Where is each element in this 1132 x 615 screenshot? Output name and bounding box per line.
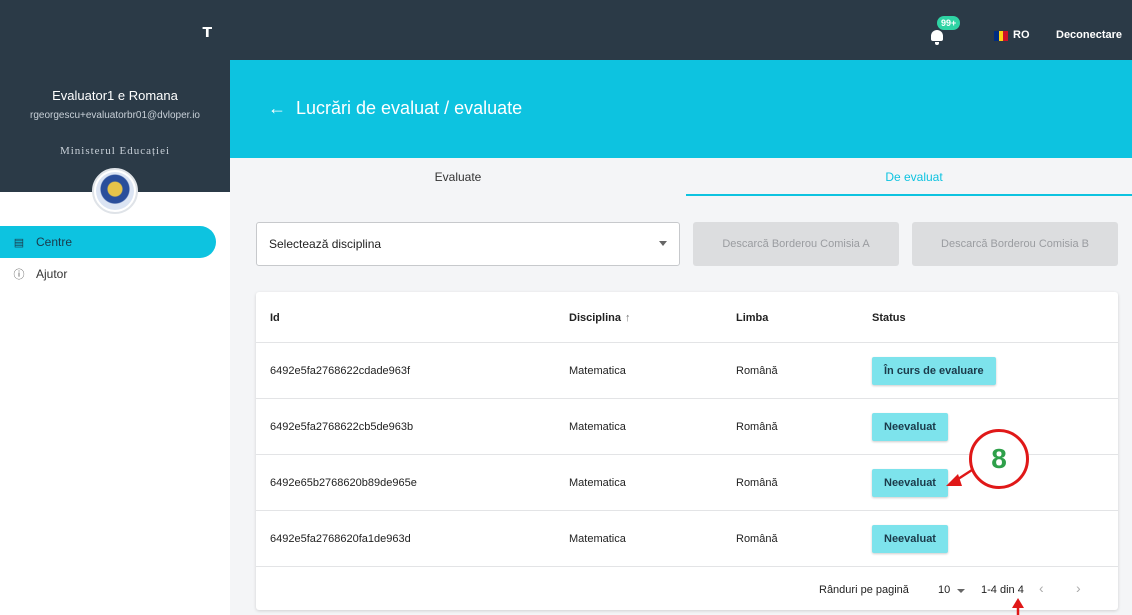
table-header: Id Disciplina ↑ Limba Status: [256, 292, 1118, 343]
romania-flag-icon: [994, 31, 1009, 41]
chevron-down-icon: [659, 241, 667, 246]
user-name: Evaluator1 e Romana: [52, 88, 178, 103]
sidebar-nav: ▤ Centre ⓘ Ajutor: [0, 226, 230, 290]
government-crest-logo: [92, 168, 138, 214]
cell-discipline: Matematica: [569, 421, 626, 433]
cell-language: Română: [736, 477, 778, 489]
help-icon: ⓘ: [13, 269, 25, 281]
next-page-button[interactable]: ›: [1076, 580, 1081, 596]
status-button[interactable]: Neevaluat: [872, 525, 948, 553]
sidebar-profile: 𝗧 Evaluator1 e Romana rgeorgescu+evaluat…: [0, 0, 230, 192]
tab-de-evaluat[interactable]: De evaluat: [686, 158, 1132, 196]
ministry-name: Ministerul Educației: [59, 145, 171, 157]
user-email: rgeorgescu+evaluatorbr01@dvloper.io: [30, 110, 200, 121]
page-title: ← Lucrări de evaluat / evaluate: [268, 98, 522, 119]
top-bar: 99+ RO Deconectare: [230, 0, 1132, 60]
cell-id: 6492e5fa2768620fa1de963d: [270, 533, 411, 545]
rows-per-page-label: Rânduri pe pagină: [819, 584, 909, 596]
page-title-text: Lucrări de evaluat / evaluate: [296, 98, 523, 118]
clipboard-icon: ▤: [13, 236, 25, 249]
status-button[interactable]: Neevaluat: [872, 413, 948, 441]
notification-badge: 99+: [937, 16, 961, 30]
cell-id: 6492e5fa2768622cdade963f: [270, 365, 411, 377]
sidebar-item-label: Centre: [36, 235, 73, 249]
cell-discipline: Matematica: [569, 365, 626, 377]
sidebar-item-ajutor[interactable]: ⓘ Ajutor: [0, 258, 230, 290]
sidebar-item-label: Ajutor: [36, 267, 68, 281]
sidebar-item-centre[interactable]: ▤ Centre: [0, 226, 216, 258]
table-row: 6492e5fa2768622cdade963f Matematica Româ…: [256, 343, 1118, 399]
pagination-range: 1-4 din 4: [981, 584, 1024, 596]
pin-icon[interactable]: 𝗧: [202, 24, 212, 41]
tab-evaluate[interactable]: Evaluate: [230, 158, 686, 196]
column-header-id: Id: [270, 312, 280, 324]
tab-bar: Evaluate De evaluat: [230, 158, 1132, 196]
cell-language: Română: [736, 533, 778, 545]
download-commission-a-button[interactable]: Descarcă Borderou Comisia A: [693, 222, 899, 266]
step-number-callout: 8: [969, 429, 1029, 489]
table-pagination: Rânduri pe pagină 10 1-4 din 4 ‹ ›: [256, 568, 1118, 610]
language-selector[interactable]: RO: [1013, 29, 1030, 41]
sort-arrow-up-icon: ↑: [624, 312, 631, 324]
previous-page-button[interactable]: ‹: [1039, 580, 1044, 596]
column-header-disciplina[interactable]: Disciplina ↑: [569, 312, 630, 324]
discipline-select-value: Selectează disciplina: [269, 237, 382, 251]
cell-id: 6492e5fa2768622cb5de963b: [270, 421, 414, 433]
cell-language: Română: [736, 421, 778, 433]
download-commission-b-button[interactable]: Descarcă Borderou Comisia B: [912, 222, 1118, 266]
discipline-select[interactable]: Selectează disciplina: [256, 222, 680, 266]
cell-discipline: Matematica: [569, 477, 626, 489]
column-header-limba: Limba: [736, 312, 769, 324]
status-button[interactable]: În curs de evaluare: [872, 357, 996, 385]
chevron-down-icon[interactable]: [957, 589, 965, 593]
column-header-status: Status: [872, 312, 906, 324]
cell-language: Română: [736, 365, 778, 377]
page-header: ← Lucrări de evaluat / evaluate: [230, 60, 1132, 158]
rows-per-page-select[interactable]: 10: [938, 584, 950, 596]
cell-id: 6492e65b2768620b89de965e: [270, 477, 417, 489]
logout-button[interactable]: Deconectare: [1056, 29, 1122, 41]
sidebar: 𝗧 Evaluator1 e Romana rgeorgescu+evaluat…: [0, 0, 230, 615]
table-row: 6492e5fa2768620fa1de963d Matematica Româ…: [256, 511, 1118, 567]
back-arrow-icon[interactable]: ←: [268, 98, 286, 119]
bell-icon[interactable]: [930, 30, 944, 45]
cell-discipline: Matematica: [569, 533, 626, 545]
status-button[interactable]: Neevaluat: [872, 469, 948, 497]
